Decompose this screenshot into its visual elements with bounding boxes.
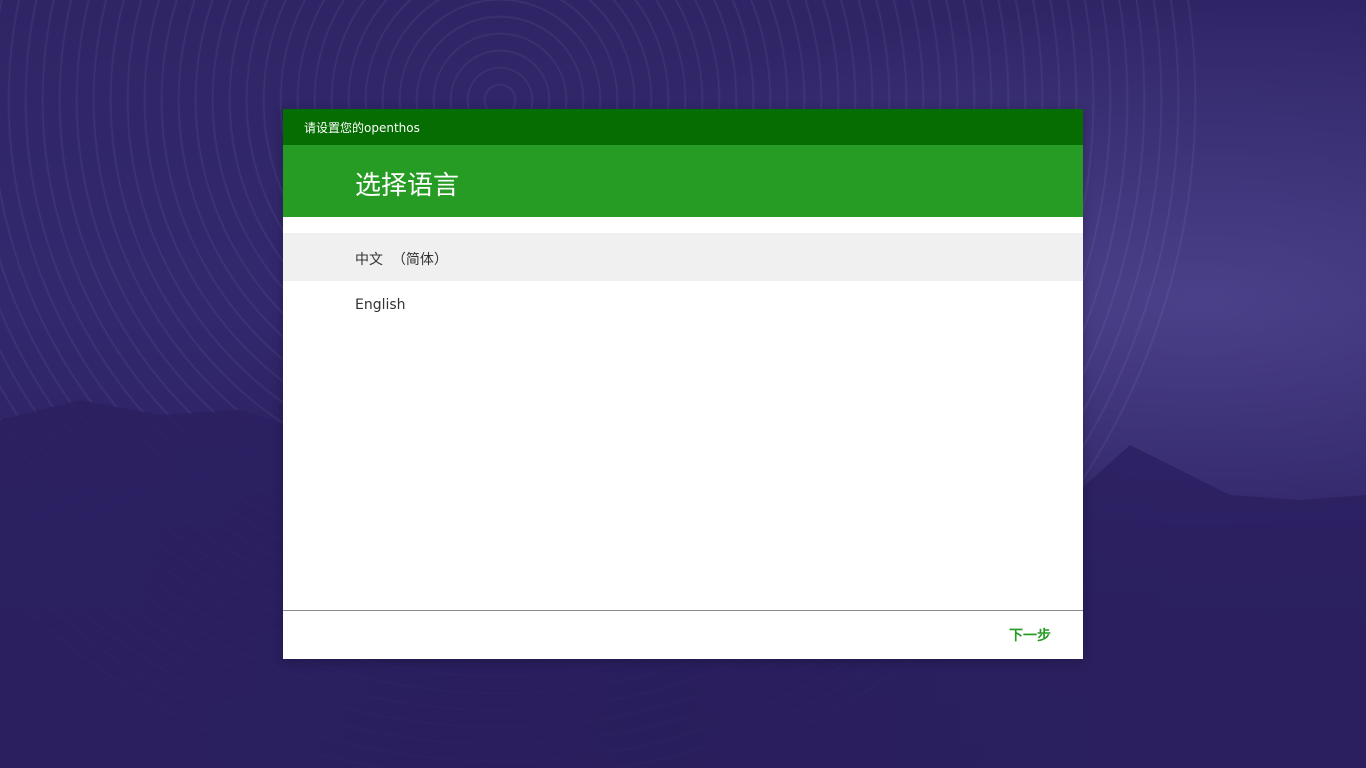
- setup-dialog: 请设置您的openthos 选择语言 中文 （简体） English 下一步: [283, 109, 1083, 659]
- page-title: 选择语言: [355, 171, 460, 201]
- page-header: 选择语言: [283, 145, 1083, 217]
- window-title: 请设置您的openthos: [304, 121, 420, 135]
- language-label: English: [355, 297, 406, 313]
- desktop-wallpaper: 请设置您的openthos 选择语言 中文 （简体） English 下一步: [0, 0, 1366, 768]
- next-button[interactable]: 下一步: [993, 619, 1067, 651]
- language-item-english[interactable]: English: [283, 281, 1083, 329]
- title-bar: 请设置您的openthos: [283, 109, 1083, 145]
- language-item-chinese-simplified[interactable]: 中文 （简体）: [283, 233, 1083, 281]
- language-list: 中文 （简体） English: [283, 233, 1083, 329]
- language-label: 中文 （简体）: [355, 252, 448, 268]
- footer-divider: [283, 610, 1083, 611]
